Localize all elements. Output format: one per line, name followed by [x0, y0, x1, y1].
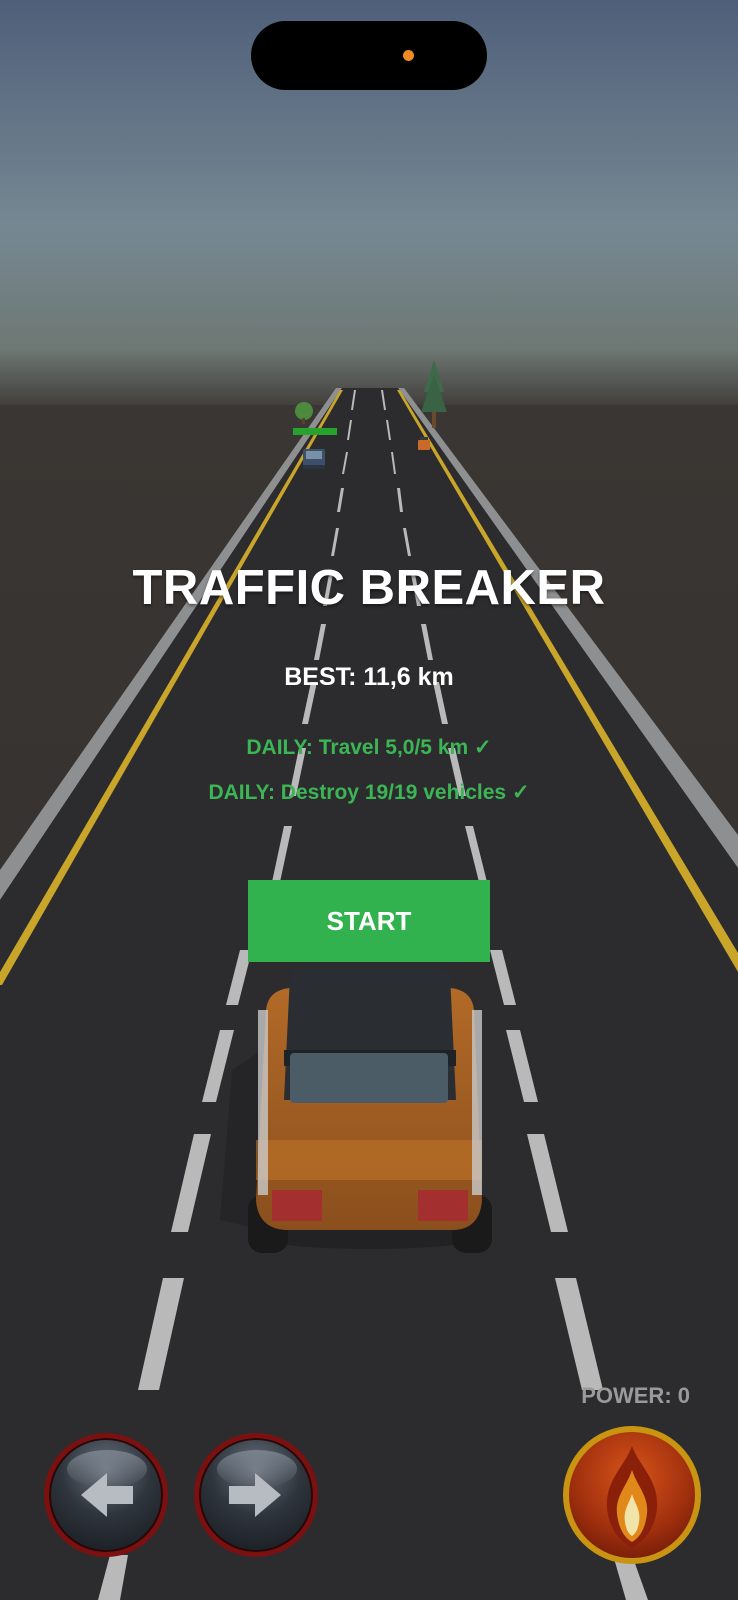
camera-notch — [251, 21, 487, 90]
daily-quest-destroy: DAILY: Destroy 19/19 vehicles ✓ — [208, 781, 530, 804]
steer-left-button[interactable] — [44, 1433, 168, 1557]
enemy-car-health-bar — [293, 428, 337, 435]
enemy-car-blue — [303, 449, 325, 469]
best-distance: BEST: 11,6 km — [284, 663, 454, 691]
camera-dot-icon — [403, 50, 414, 61]
power-counter: POWER: 0 — [581, 1383, 690, 1408]
daily-quest-travel: DAILY: Travel 5,0/5 km ✓ — [246, 736, 492, 759]
arrow-left-icon — [81, 1473, 133, 1517]
arrow-right-icon — [229, 1473, 281, 1517]
fire-icon — [606, 1446, 658, 1548]
game-title: TRAFFIC BREAKER — [132, 561, 606, 615]
boost-fire-button[interactable] — [563, 1426, 701, 1564]
player-car — [220, 968, 492, 1253]
start-button[interactable]: START — [248, 880, 490, 962]
steer-right-button[interactable] — [194, 1433, 318, 1557]
